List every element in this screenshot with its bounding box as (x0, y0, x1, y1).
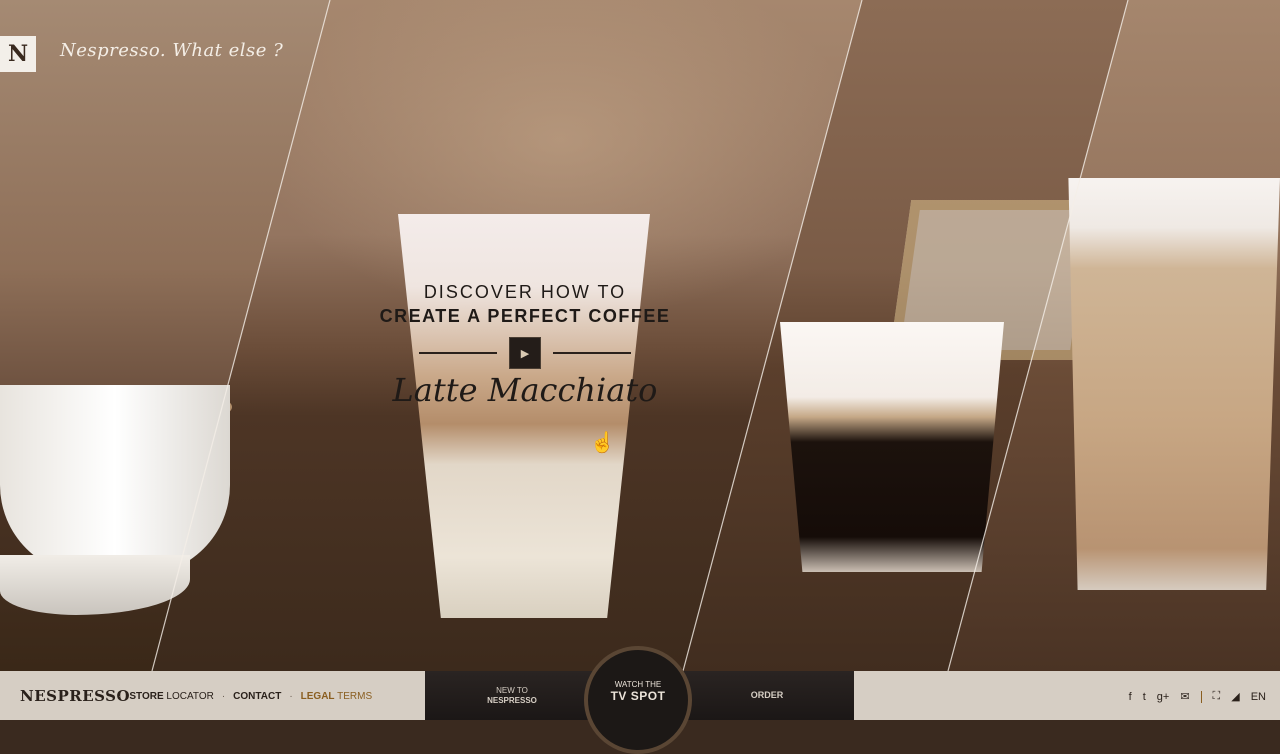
hero-line1: DISCOVER HOW TO (423, 282, 627, 302)
footer-brand-logo[interactable]: NESPRESSO (20, 687, 130, 705)
store-locator-link[interactable]: STORE LOCATOR (129, 691, 213, 702)
social-links: f t g+ ✉ ⛶ ◢ EN (1129, 690, 1266, 703)
sound-icon[interactable]: ◢ (1231, 690, 1239, 703)
latte-glass-right (1068, 178, 1280, 590)
mail-icon[interactable]: ✉ (1180, 690, 1189, 703)
hero-line2: CREATE A PERFECT COFFEE (379, 306, 671, 326)
hero-caption: DISCOVER HOW TO CREATE A PERFECT COFFEE … (370, 282, 680, 409)
order-link[interactable]: ORDER (740, 690, 794, 700)
macchiato-glass (780, 322, 1004, 572)
footer-nav: · STORE LOCATOR · CONTACT · LEGAL TERMS (118, 691, 373, 702)
watch-tv-spot-label[interactable]: WATCH THE TV SPOT (584, 680, 692, 703)
hand-cursor-icon: ☝ (590, 432, 615, 454)
facebook-icon[interactable]: f (1129, 691, 1132, 703)
coffee-cup (0, 385, 230, 575)
twitter-icon[interactable]: t (1143, 691, 1146, 703)
play-button[interactable]: ▶ (509, 337, 541, 369)
contact-link[interactable]: CONTACT (233, 691, 281, 702)
play-icon: ▶ (520, 347, 530, 360)
play-row: ▶ (370, 337, 680, 369)
drink-title: Latte Macchiato (392, 371, 658, 409)
latte-glass (398, 214, 650, 618)
legal-terms-link[interactable]: LEGAL TERMS (301, 691, 373, 702)
new-to-nespresso-link[interactable]: NEW TO NESPRESSO (470, 686, 554, 706)
tagline: Nespresso. What else ? (60, 40, 284, 61)
divider-right (553, 352, 631, 354)
divider-left (419, 352, 497, 354)
divider (1200, 690, 1202, 703)
fullscreen-icon[interactable]: ⛶ (1213, 690, 1221, 703)
language-selector[interactable]: EN (1251, 691, 1266, 703)
logo-letter: N (7, 41, 29, 67)
google-plus-icon[interactable]: g+ (1157, 691, 1170, 703)
nespresso-logo[interactable]: N (0, 36, 36, 72)
